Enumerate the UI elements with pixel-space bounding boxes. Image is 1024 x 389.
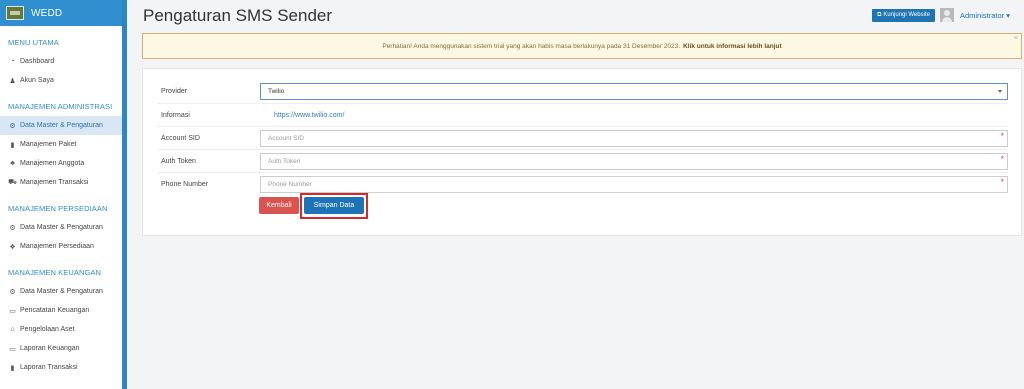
visit-website-button[interactable]: ⧉ Kunjungi Website	[872, 8, 935, 22]
chevron-down-icon	[998, 90, 1002, 93]
user-menu[interactable]: Administrator ▾	[960, 11, 1010, 20]
sidebar-item-laporan-transaksi[interactable]: ▮ Laporan Transaksi	[0, 358, 122, 377]
sidebar-item-pencatatan-keuangan[interactable]: ▭ Pencatatan Keuangan	[0, 301, 122, 320]
sidebar-item-label: Dashboard	[20, 58, 55, 65]
phone-number-placeholder: Phone Number	[268, 180, 312, 188]
alert-text: Perhatian! Anda menggunakan sistem trial…	[382, 42, 681, 50]
gears-icon: ⚙	[9, 122, 16, 130]
account-sid-input[interactable]: Account SID *	[260, 129, 1008, 147]
sidebar-item-label: Manajemen Persediaan	[20, 243, 94, 250]
phone-number-input[interactable]: Phone Number *	[260, 175, 1008, 193]
auth-token-label: Auth Token	[161, 157, 196, 165]
sms-sender-form: Provider Twilio Informasi https://www.tw…	[142, 68, 1022, 236]
visit-website-label: Kunjungi Website	[883, 12, 930, 18]
nav-title: MENU UTAMA	[8, 38, 59, 47]
sidebar-item-akun-saya[interactable]: ♟ Akun Saya	[0, 71, 122, 90]
external-link-icon: ⧉	[877, 11, 882, 18]
sidebar-item-label: Data Master & Pengaturan	[20, 224, 103, 231]
phone-number-label: Phone Number	[161, 180, 209, 188]
save-button[interactable]: Simpan Data	[304, 197, 364, 214]
book-icon: ▮	[10, 141, 15, 149]
nav-group-persediaan: MANAJEMEN PERSEDIAAN ⚙ Data Master & Pen…	[0, 192, 122, 256]
form-row-auth-token: Auth Token Auth Token *	[157, 149, 1008, 172]
form-row-account-sid: Account SID Account SID *	[157, 126, 1008, 149]
auth-token-placeholder: Auth Token	[268, 157, 301, 165]
cart-icon: ⛟	[8, 179, 17, 186]
sidebar-item-keuangan-data-master[interactable]: ⚙ Data Master & Pengaturan	[0, 282, 122, 301]
account-sid-placeholder: Account SID	[268, 134, 305, 142]
sidebar-item-pengelolaan-aset[interactable]: ⌂ Pengelolaan Aset	[0, 320, 122, 339]
nav-title: MANAJEMEN ADMINISTRASI	[8, 102, 113, 111]
required-mark: *	[1000, 153, 1004, 164]
provider-value: Twilio	[268, 88, 285, 95]
sidebar-item-label: Manajemen Anggota	[20, 160, 85, 167]
caret-down-icon: ▾	[1006, 10, 1010, 20]
nav-title: MANAJEMEN PERSEDIAAN	[8, 204, 108, 213]
sidebar-item-label: Data Master & Pengaturan	[20, 288, 103, 295]
user-icon: ♟	[9, 77, 16, 85]
sidebar-item-label: Pencatatan Keuangan	[20, 307, 90, 314]
nav-title: MANAJEMEN KEUANGAN	[8, 268, 102, 277]
provider-label: Provider	[161, 88, 188, 95]
nav-group-keuangan: MANAJEMEN KEUANGAN ⚙ Data Master & Penga…	[0, 256, 122, 377]
sidebar-item-dashboard[interactable]: ◔ Dashboard	[0, 52, 122, 71]
sidebar-item-label: Akun Saya	[20, 77, 54, 84]
gears-icon: ⚙	[9, 288, 16, 296]
money-icon: ▭	[9, 307, 16, 315]
brand[interactable]: WEDD	[0, 0, 122, 26]
provider-select[interactable]: Twilio	[260, 83, 1008, 100]
page-title: Pengaturan SMS Sender	[143, 6, 333, 25]
user-menu-label: Administrator	[959, 10, 1005, 20]
sidebar-item-label: Manajemen Paket	[20, 141, 77, 148]
sidebar-item-label: Data Master & Pengaturan	[20, 122, 103, 129]
brand-logo	[6, 6, 24, 20]
alert-link[interactable]: Klik untuk informasi lebih lanjut	[683, 43, 782, 50]
back-button[interactable]: Kembali	[259, 197, 299, 214]
required-mark: *	[1000, 130, 1004, 141]
sidebar: WEDD MENU UTAMA ◔ Dashboard ♟ Akun Saya …	[0, 0, 127, 389]
auth-token-input[interactable]: Auth Token *	[260, 152, 1008, 170]
sidebar-item-label: Laporan Keuangan	[20, 345, 80, 352]
hdd-icon: ⌂	[10, 326, 15, 333]
trial-alert: Perhatian! Anda menggunakan sistem trial…	[142, 33, 1022, 59]
account-sid-label: Account SID	[161, 134, 200, 142]
nav-group-main: MENU UTAMA ◔ Dashboard ♟ Akun Saya	[0, 26, 122, 90]
required-mark: *	[1000, 176, 1004, 187]
money-icon: ▭	[9, 345, 16, 353]
close-icon[interactable]: ×	[1014, 35, 1018, 42]
sidebar-item-label: Pengelolaan Aset	[20, 326, 75, 333]
sidebar-item-manajemen-paket[interactable]: ▮ Manajemen Paket	[0, 135, 122, 154]
sidebar-item-admin-data-master[interactable]: ⚙ Data Master & Pengaturan	[0, 116, 122, 135]
provider-website-link[interactable]: https://www.twilio.com/	[274, 112, 344, 119]
gears-icon: ⚙	[9, 224, 16, 232]
form-row-phone-number: Phone Number Phone Number *	[157, 172, 1008, 195]
informasi-label: Informasi	[161, 111, 190, 119]
form-row-informasi: Informasi https://www.twilio.com/	[157, 103, 1008, 126]
sidebar-item-persediaan-data-master[interactable]: ⚙ Data Master & Pengaturan	[0, 218, 122, 237]
cubes-icon: ❖	[9, 243, 16, 251]
book-icon: ▮	[10, 364, 15, 372]
sidebar-item-laporan-keuangan[interactable]: ▭ Laporan Keuangan	[0, 339, 122, 358]
dashboard-icon: ◔	[10, 58, 15, 65]
sidebar-item-label: Laporan Transaksi	[20, 364, 78, 371]
sidebar-item-manajemen-persediaan[interactable]: ❖ Manajemen Persediaan	[0, 237, 122, 256]
sidebar-item-manajemen-transaksi[interactable]: ⛟ Manajemen Transaksi	[0, 173, 122, 192]
brand-name: WEDD	[31, 7, 63, 19]
sidebar-item-manajemen-anggota[interactable]: ♣ Manajemen Anggota	[0, 154, 122, 173]
nav-group-administrasi: MANAJEMEN ADMINISTRASI ⚙ Data Master & P…	[0, 90, 122, 192]
top-right-toolbar: ⧉ Kunjungi Website Administrator ▾	[872, 8, 1010, 22]
form-row-provider: Provider Twilio	[157, 80, 1008, 103]
sidebar-item-label: Manajemen Transaksi	[20, 179, 89, 186]
users-icon: ♣	[10, 160, 15, 167]
avatar[interactable]	[939, 8, 954, 22]
